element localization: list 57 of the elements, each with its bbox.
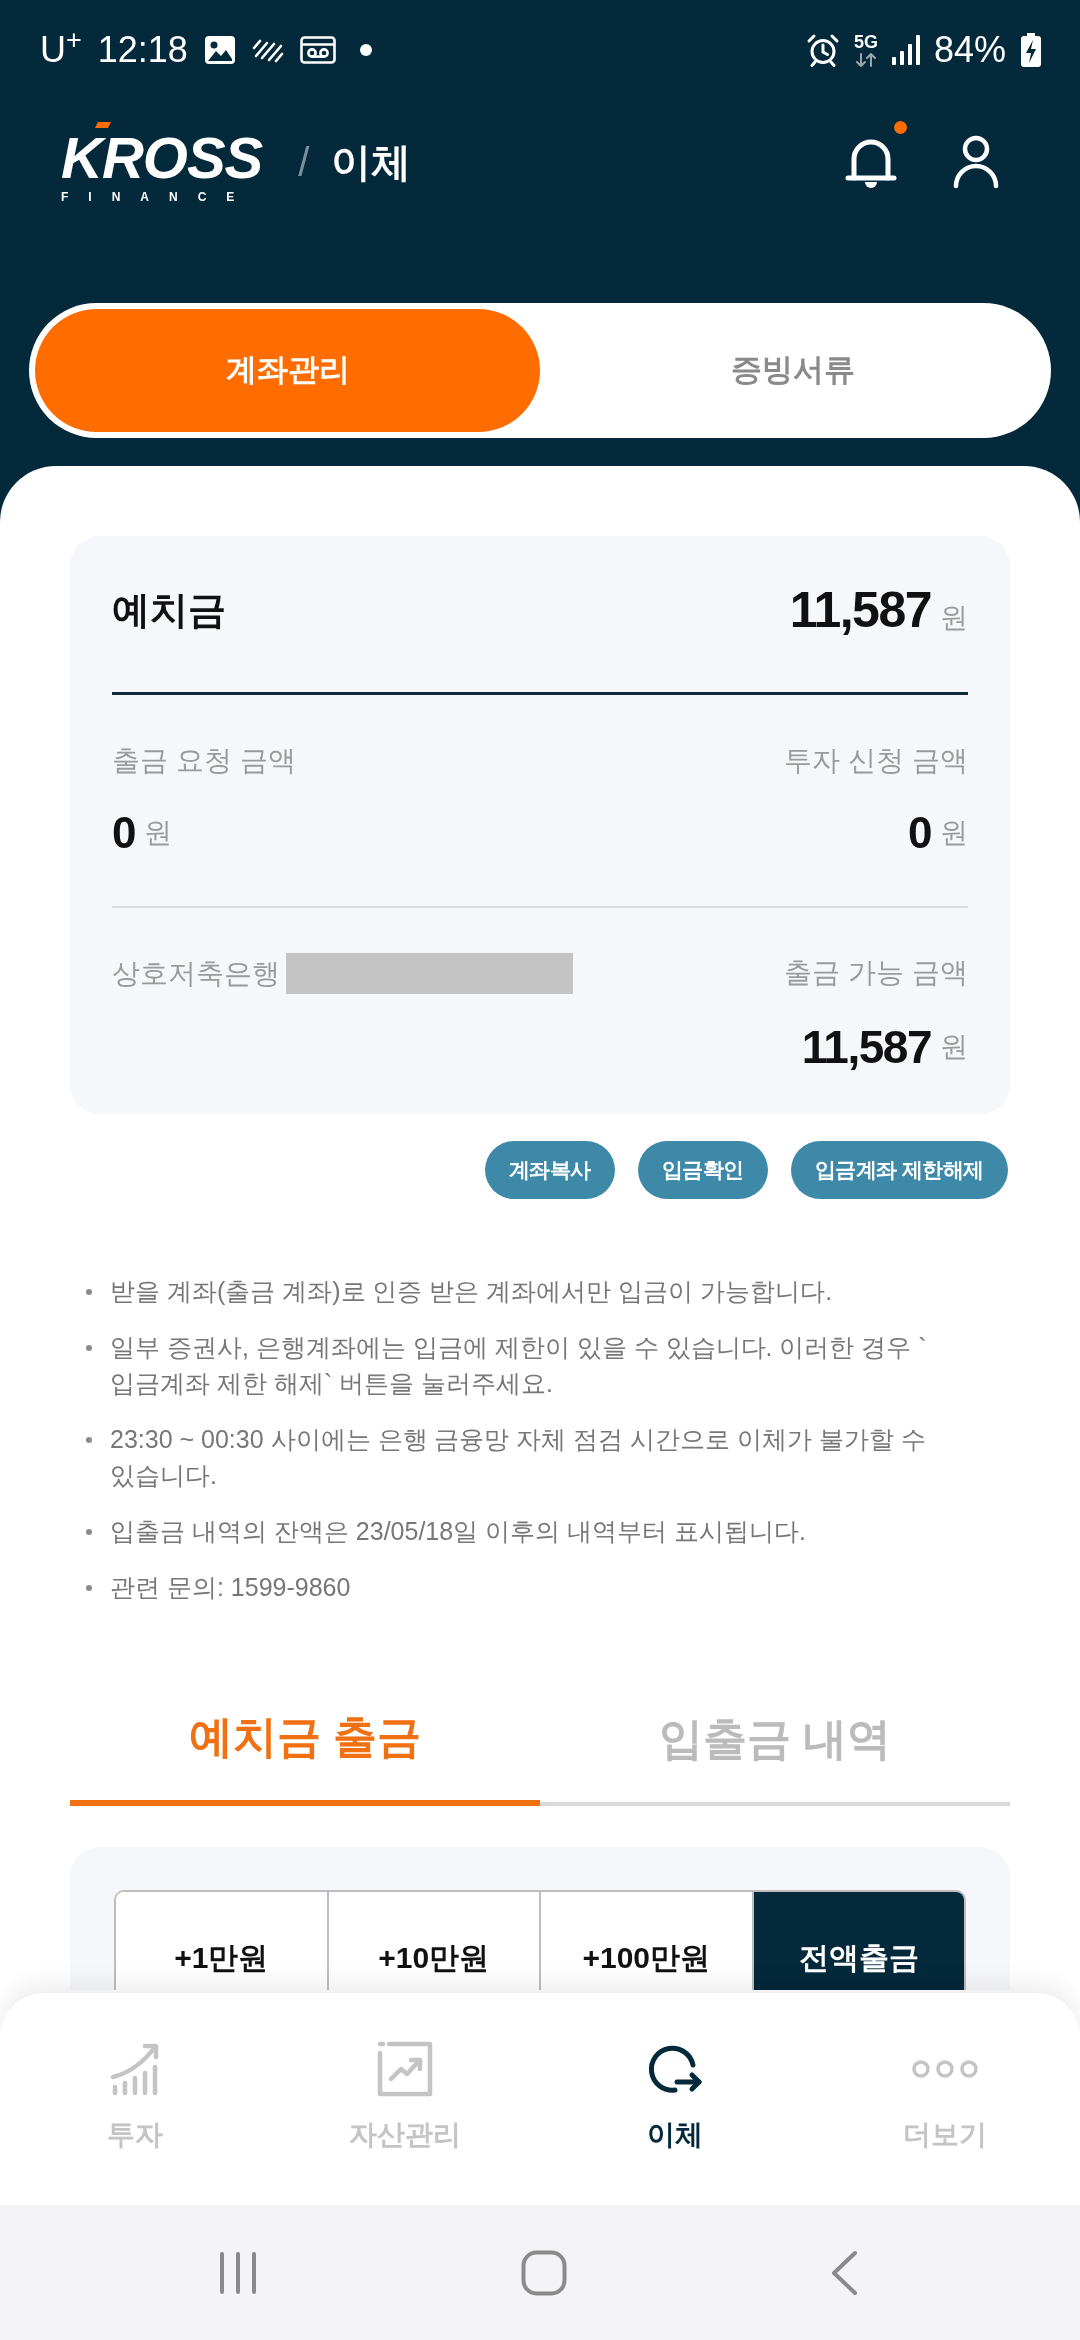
amount-value: 11,587 [789,585,931,635]
battery-charging-icon [1020,33,1042,67]
recent-apps-icon[interactable] [218,2250,258,2295]
deposit-label: 예치금 [112,591,226,629]
segment-tab[interactable]: 계좌관리 [35,309,540,432]
logo-accent-icon [95,121,111,128]
data-arrows-icon [854,53,877,67]
notice-text: 23:30 ~ 00:30 사이에는 은행 금융망 자체 점검 시간으로 이체가 불가할 수 있습니다. [110,1424,928,1491]
battery-percent: 84% [933,32,1006,68]
signal-icon [891,35,920,65]
network-type-label: 5G [853,33,878,51]
field-label: 투자 신청 금액 [784,744,968,778]
alarm-clock-icon [805,33,840,67]
notice-text: 관련 문의: 1599-9860 [110,1572,351,1603]
logo-wordmark: KROSS [61,128,263,187]
carrier-name: U$^{+}$ [40,32,82,68]
page-title: 이체 [331,142,412,182]
chart-frame-icon [377,2041,433,2097]
profile-icon[interactable] [953,135,999,189]
voicemail-icon [299,36,336,64]
notice-text: 받을 계좌(출금 계좌)로 인증 받은 계좌에서만 입금이 가능합니다. [110,1276,833,1307]
action-button[interactable]: 입금확인 [637,1141,768,1199]
bullet-icon [86,1585,92,1591]
image-icon [203,35,236,65]
action-button[interactable]: 입금계좌 제한해제 [790,1141,1008,1199]
quick-amount-button[interactable]: +1만원 [116,1892,327,1990]
field-label: 상호저축은행 [112,956,280,991]
breadcrumb-separator: / [298,142,310,182]
segment-tab[interactable]: 증빙서류 [540,309,1045,432]
bullet-icon [86,1345,92,1351]
home-icon[interactable] [521,2249,567,2296]
withdraw-all-button[interactable]: 전액출금 [751,1892,964,1990]
stripes-icon [251,37,284,63]
field-label: 출금 요청 금액 [112,744,296,778]
currency-unit: 원 [940,1033,968,1061]
notice-text: 입출금 내역의 잔액은 23/05/18일 이후의 내역부터 표시됩니다. [110,1516,806,1547]
nav-tab[interactable]: 이체 [540,1993,810,2205]
logo-tagline: FINANCE [61,190,255,203]
status-time: 12:18 [97,32,188,68]
more-icon [910,2057,980,2081]
amount-value: 0 [112,811,135,855]
back-icon[interactable] [830,2249,858,2296]
currency-unit: 원 [940,604,968,632]
amount-value: 11,587 [801,1024,931,1070]
currency-unit: 원 [940,819,968,847]
notice-text: 일부 증권사, 은행계좌에는 입금에 제한이 있을 수 있습니다. 이러한 경우 `입금계좌 제한 해제` 버튼을 눌러주세요. [110,1332,928,1399]
tab[interactable]: 예치금 출금 [70,1680,540,1806]
bullet-icon [86,1437,92,1443]
currency-unit: 원 [144,819,172,847]
bullet-icon [86,1289,92,1295]
field-label: 출금 가능 금액 [784,956,968,990]
quick-amount-button[interactable]: +100만원 [539,1892,752,1990]
bullet-icon [86,1529,92,1535]
quick-amount-button[interactable]: +10만원 [326,1892,539,1990]
notification-dot-icon [359,44,372,56]
amount-value: 0 [908,811,931,855]
action-button[interactable]: 계좌복사 [484,1141,615,1199]
